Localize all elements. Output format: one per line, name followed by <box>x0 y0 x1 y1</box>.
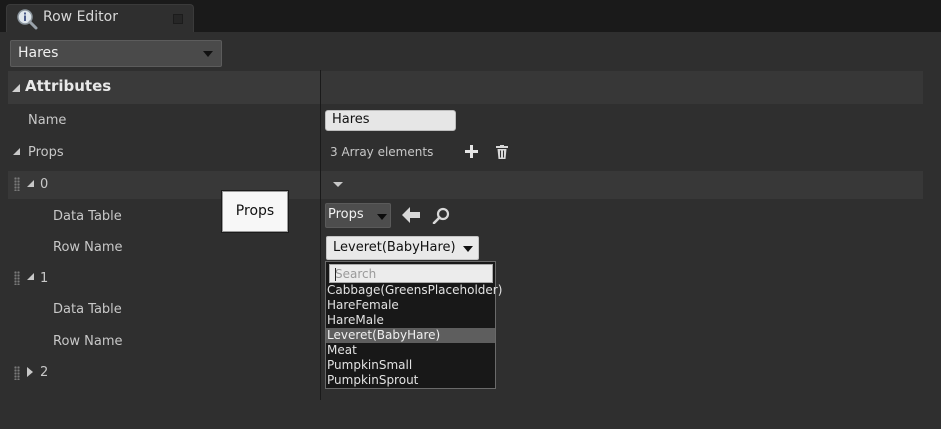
row-select-value: Hares <box>18 45 59 61</box>
element-0-expand-arrow-icon[interactable] <box>27 180 34 187</box>
props-expand-arrow-icon[interactable] <box>13 148 20 155</box>
info-magnifier-icon <box>17 9 38 30</box>
element-1-index: 1 <box>40 271 49 286</box>
element-1-row-name-label: Row Name <box>53 334 123 349</box>
column-splitter[interactable] <box>320 70 321 400</box>
data-table-value: Props <box>328 207 364 222</box>
row-select-dropdown[interactable]: Hares <box>10 40 222 67</box>
use-selected-arrow-icon[interactable] <box>402 207 420 223</box>
name-field[interactable]: Hares <box>325 110 456 131</box>
drag-handle-icon[interactable] <box>14 271 20 285</box>
row-name-dropdown-list: Cabbage(GreensPlaceholder) HareFemale Ha… <box>325 261 502 389</box>
element-2-expand-arrow-icon[interactable] <box>27 367 33 377</box>
chevron-down-icon <box>377 214 387 220</box>
attributes-title: Attributes <box>25 77 112 95</box>
drag-handle-icon[interactable] <box>14 366 20 380</box>
element-0-index: 0 <box>40 177 49 192</box>
tab-title: Row Editor <box>43 9 118 25</box>
tooltip: Props <box>221 190 289 233</box>
tab-row-editor[interactable]: Row Editor <box>6 4 194 32</box>
element-0-data-table-label: Data Table <box>53 209 122 224</box>
name-field-value: Hares <box>332 112 370 127</box>
collapse-arrow-icon[interactable] <box>12 84 20 92</box>
search-input[interactable] <box>330 265 492 282</box>
props-array-summary: 3 Array elements <box>330 145 434 159</box>
name-label: Name <box>28 113 67 128</box>
dropdown-option[interactable]: HareFemale <box>326 298 495 313</box>
props-label: Props <box>28 145 64 160</box>
element-1-expand-arrow-icon[interactable] <box>27 273 34 280</box>
chevron-down-icon <box>203 51 213 57</box>
dropdown-option[interactable]: PumpkinSprout <box>326 373 495 388</box>
attributes-section-header[interactable]: Attributes <box>8 71 923 104</box>
browse-search-icon[interactable] <box>432 207 450 224</box>
element-2-index: 2 <box>40 365 49 380</box>
dropdown-option[interactable]: HareMale <box>326 313 495 328</box>
plus-icon[interactable] <box>465 145 478 158</box>
search-field-container <box>329 264 493 283</box>
drag-handle-icon[interactable] <box>14 177 20 191</box>
element-1-data-table-label: Data Table <box>53 302 122 317</box>
dropdown-option[interactable]: PumpkinSmall <box>326 358 495 373</box>
chevron-down-icon <box>463 246 473 252</box>
element-0-row <box>8 171 923 199</box>
dropdown-option[interactable]: Meat <box>326 343 495 358</box>
element-0-row-name-label: Row Name <box>53 240 123 255</box>
data-table-combo[interactable]: Props <box>325 203 391 228</box>
dropdown-option[interactable]: Cabbage(GreensPlaceholder) <box>326 283 502 298</box>
tab-close-icon[interactable] <box>173 14 183 24</box>
element-0-menu-chevron-icon[interactable] <box>333 182 343 187</box>
row-name-combo[interactable]: Leveret(BabyHare) <box>326 236 479 260</box>
row-name-value: Leveret(BabyHare) <box>333 240 456 255</box>
text-caret <box>335 268 336 281</box>
dropdown-option-selected[interactable]: Leveret(BabyHare) <box>326 328 495 343</box>
trash-icon[interactable] <box>496 145 508 159</box>
tooltip-text: Props <box>235 203 275 219</box>
